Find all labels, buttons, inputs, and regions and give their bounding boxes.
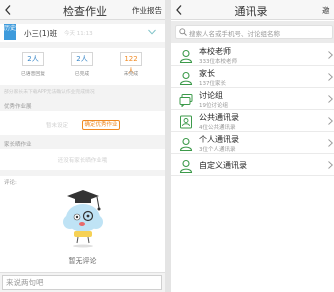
- search-placeholder: 搜索人名或手机号、讨论组名称: [189, 30, 280, 38]
- comment-section: 评论: 暂无评论: [0, 176, 165, 272]
- check-homework-screen: 检查作业 作业报告 历史 小三(1)班 今天 11:13 2人 已语音回复 2人…: [0, 0, 165, 292]
- chat-group-icon: [179, 94, 193, 107]
- class-name: 小三(1)班: [24, 29, 58, 38]
- chevron-right-icon: [328, 117, 333, 125]
- contact-title: 个人通讯录: [199, 135, 239, 144]
- back-button[interactable]: [0, 0, 20, 20]
- comment-label: 评论:: [4, 180, 17, 186]
- page-title: 检查作业: [63, 5, 107, 18]
- contact-group-discussion[interactable]: 讨论组 19位讨论组: [171, 88, 334, 110]
- confirm-excellent-button[interactable]: 确定优秀作业: [82, 120, 120, 130]
- contact-title: 公共通讯录: [199, 113, 239, 122]
- stat-label: 未完成: [123, 72, 139, 77]
- not-set-text: 暂未设定: [46, 123, 69, 129]
- page-title: 通讯录: [234, 5, 268, 18]
- contact-count: 4位公共通讯录: [199, 125, 236, 131]
- chevron-right-icon: [328, 73, 333, 81]
- nav-bar: 检查作业 作业报告: [0, 0, 165, 20]
- parent-empty-text: 还没有家长晒作业哦: [57, 158, 108, 164]
- chevron-right-icon: [328, 139, 333, 147]
- stat-value: 2人: [22, 52, 44, 66]
- contact-count: 3位个人通讯录: [199, 147, 236, 153]
- completion-stats: 2人 已语音回复 2人 已完成 122人 未完成: [0, 48, 165, 85]
- chevron-right-icon: [328, 95, 333, 103]
- stat-value: 2人: [71, 52, 93, 66]
- contact-group-custom[interactable]: 自定义通讯录: [171, 154, 334, 176]
- chevron-left-icon: [176, 5, 182, 15]
- stat-value: 122人: [120, 52, 142, 75]
- contact-group-public[interactable]: 公共通讯录 4位公共通讯录: [171, 110, 334, 132]
- stat-voice-replied[interactable]: 2人 已语音回复: [20, 52, 46, 77]
- chevron-right-icon: [328, 51, 333, 59]
- contact-group-personal[interactable]: 个人通讯录 3位个人通讯录: [171, 132, 334, 154]
- stats-note: 部分家长未下载APP无法确认作业完成情况: [4, 90, 95, 95]
- contact-title: 自定义通讯录: [199, 161, 247, 170]
- search-input[interactable]: 搜索人名或手机号、讨论组名称: [175, 25, 333, 39]
- contact-title: 本校老师: [199, 47, 231, 56]
- cloud-mascot-icon: [63, 190, 103, 248]
- contact-count: 333位本校老师: [199, 59, 237, 65]
- nav-bar: 通讯录 邀: [171, 0, 334, 20]
- homework-report-button[interactable]: 作业报告: [132, 5, 162, 16]
- contact-group-parents[interactable]: 家长 137位家长: [171, 66, 334, 88]
- parent-showcase-section: 还没有家长晒作业哦: [0, 149, 165, 170]
- search-icon: [179, 28, 187, 36]
- assign-time: 今天 11:13: [64, 31, 93, 37]
- subject-badge: 历史: [4, 24, 16, 40]
- contact-group-school-teachers[interactable]: 本校老师 333位本校老师: [171, 44, 334, 66]
- contact-title: 讨论组: [199, 91, 223, 100]
- person-icon: [179, 71, 193, 85]
- parent-showcase-label: 家长晒作业: [4, 142, 32, 148]
- contact-card-icon: [180, 115, 192, 129]
- invite-button[interactable]: 邀: [322, 5, 330, 16]
- stat-label: 已语音回复: [21, 72, 45, 77]
- comment-input-bar: 来说两句吧: [0, 272, 165, 292]
- stat-label: 已完成: [74, 72, 90, 77]
- excellent-homework-label: 优秀作业展: [4, 104, 32, 110]
- stat-not-completed[interactable]: 122人 未完成: [118, 52, 144, 77]
- chevron-left-icon: [5, 5, 11, 15]
- person-icon: [179, 49, 193, 63]
- stat-completed[interactable]: 2人 已完成: [69, 52, 95, 77]
- contacts-screen: 通讯录 邀 搜索人名或手机号、讨论组名称 本校老师 333位本校老师 家长 13…: [171, 0, 334, 292]
- person-icon: [179, 159, 193, 173]
- contact-title: 家长: [199, 69, 215, 78]
- no-comment-text: 暂无评论: [68, 257, 97, 265]
- excellent-homework-section: 暂未设定 确定优秀作业: [0, 111, 165, 135]
- class-selector[interactable]: 历史 小三(1)班 今天 11:13: [0, 24, 165, 42]
- chevron-down-icon[interactable]: [148, 29, 156, 35]
- comment-input[interactable]: 来说两句吧: [2, 275, 162, 290]
- contact-count: 19位讨论组: [199, 103, 228, 109]
- search-bar: 搜索人名或手机号、讨论组名称: [171, 21, 334, 43]
- person-icon: [179, 137, 193, 151]
- contact-count: 137位家长: [199, 81, 226, 87]
- chevron-right-icon: [328, 161, 333, 169]
- back-button[interactable]: [171, 0, 191, 20]
